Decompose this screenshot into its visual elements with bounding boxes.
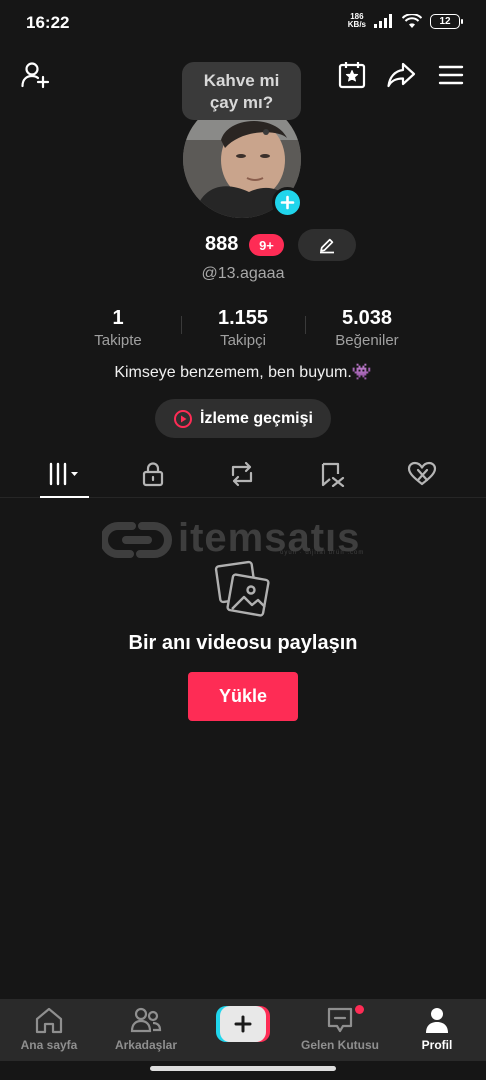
upload-button[interactable]: Yükle [188,672,298,721]
calendar-star-icon[interactable] [335,58,369,92]
edit-profile-button[interactable] [298,229,356,261]
videos-grid-icon [49,462,78,486]
play-circle-icon [174,409,193,428]
network-speed: 186 KB/s [347,12,366,29]
watermark: itemsatıs oyun · dijital ürün .com [102,514,392,566]
create-button-face [220,1006,266,1042]
signal-icon [374,14,392,28]
liked-icon [407,461,437,486]
profile-bio: Kimseye benzemem, ben buyum.👾 [114,364,372,381]
wifi-icon [402,13,422,28]
menu-icon[interactable] [434,58,468,92]
nav-profile[interactable]: Profil [392,1005,482,1052]
stat-following[interactable]: 1 Takipte [78,307,158,349]
tab-liked[interactable] [392,452,452,496]
share-icon[interactable] [384,58,418,92]
watch-history-button[interactable]: İzleme geçmişi [155,399,331,438]
repost-icon [231,461,253,487]
notification-badge[interactable]: 9+ [249,234,284,256]
favorites-icon [321,462,345,487]
stat-followers[interactable]: 1.155 Takipçi [203,307,283,349]
status-indicators: 186 KB/s 12 [347,12,463,29]
nav-inbox[interactable]: Gelen Kutusu [295,1005,385,1052]
status-time: 16:22 [26,13,70,32]
display-name: 888 [205,233,239,255]
watch-history-label: İzleme geçmişi [200,409,313,427]
plus-icon [234,1015,252,1033]
tab-videos[interactable] [34,452,94,496]
tab-reposts[interactable] [212,452,272,496]
home-indicator[interactable] [150,1066,336,1071]
photos-icon [214,560,270,617]
add-avatar-button[interactable] [272,187,303,218]
pencil-icon [320,238,334,254]
empty-state-title: Bir anı videosu paylaşın [128,632,358,654]
profile-screen: 16:22 186 KB/s 12 Kahve mi çay mı? 888 9… [0,0,486,1080]
stat-divider [181,316,182,334]
inbox-icon [327,1007,353,1033]
tab-active-indicator [40,496,89,498]
profile-note-text: Kahve mi çay mı? [203,71,280,112]
plus-icon [280,195,295,210]
note-bubble-tail [263,129,269,135]
home-icon [35,1007,63,1034]
battery-indicator: 12 [430,13,463,29]
tab-favorites[interactable] [302,452,362,496]
inbox-notification-dot [355,1005,364,1014]
tab-private[interactable] [123,452,183,496]
username: @13.agaaa [201,265,285,282]
status-bar: 16:22 186 KB/s 12 [0,0,486,46]
watermark-logo-icon [102,522,172,558]
profile-icon [426,1008,448,1033]
profile-tabs [0,452,486,498]
name-row: 888 9+ [0,229,486,261]
nav-friends[interactable]: Arkadaşlar [101,1005,191,1052]
stat-likes[interactable]: 5.038 Beğeniler [322,307,412,349]
lock-icon [142,462,164,487]
stat-divider [305,316,306,334]
watermark-subtext: oyun · dijital ürün .com [280,550,365,556]
create-button[interactable] [216,1006,270,1042]
friends-icon [130,1007,162,1033]
bottom-navigation: Ana sayfa Arkadaşlar Gelen Kutusu Profil [0,999,486,1061]
add-friend-icon[interactable] [18,58,52,92]
profile-note-bubble[interactable]: Kahve mi çay mı? [182,62,301,120]
nav-home[interactable]: Ana sayfa [4,1005,94,1052]
